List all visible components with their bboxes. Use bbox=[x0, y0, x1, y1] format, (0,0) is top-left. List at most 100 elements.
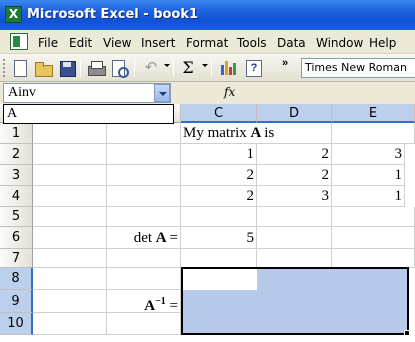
print-icon[interactable] bbox=[86, 58, 106, 78]
cell-a9[interactable] bbox=[33, 290, 107, 313]
autosum-dropdown-icon[interactable] bbox=[202, 64, 208, 67]
menu-data[interactable]: Data bbox=[277, 36, 306, 50]
menu-file[interactable]: File bbox=[38, 36, 58, 50]
name-box-list-item[interactable]: A bbox=[3, 104, 174, 124]
cell-a6[interactable] bbox=[33, 227, 107, 249]
cell-b5[interactable] bbox=[107, 207, 181, 227]
cell-a2[interactable] bbox=[33, 144, 107, 165]
cell-e4[interactable]: 1 bbox=[332, 186, 405, 207]
workbook-icon[interactable] bbox=[10, 33, 28, 50]
menu-help[interactable]: Help bbox=[369, 36, 396, 50]
cell-e5[interactable] bbox=[332, 207, 415, 227]
toolbar-options-icon[interactable]: » bbox=[282, 58, 288, 69]
toolbar-grip[interactable] bbox=[3, 59, 6, 77]
help-icon[interactable] bbox=[243, 58, 263, 78]
chart-wizard-icon[interactable] bbox=[218, 58, 238, 78]
column-header-d[interactable]: D bbox=[257, 104, 332, 123]
cell-d10[interactable] bbox=[257, 313, 332, 335]
cell-c5[interactable] bbox=[181, 207, 257, 227]
row-header-7[interactable]: 7 bbox=[0, 249, 33, 268]
cell-a1[interactable] bbox=[33, 123, 107, 144]
cell-d4[interactable]: 3 bbox=[257, 186, 332, 207]
cell-b7[interactable] bbox=[107, 249, 181, 268]
cell-a10[interactable] bbox=[33, 313, 107, 335]
cell-d9[interactable] bbox=[257, 290, 332, 313]
undo-dropdown-icon[interactable] bbox=[164, 64, 170, 67]
cell-b1[interactable] bbox=[107, 123, 181, 144]
menu-window[interactable]: Window bbox=[316, 36, 363, 50]
row-header-8[interactable]: 8 bbox=[0, 268, 33, 290]
row-header-5[interactable]: 5 bbox=[0, 207, 33, 227]
cell-e10[interactable] bbox=[332, 313, 409, 335]
excel-app-icon[interactable]: X bbox=[5, 6, 22, 23]
save-icon[interactable] bbox=[57, 58, 77, 78]
fill-handle[interactable] bbox=[404, 330, 410, 336]
row-header-2[interactable]: 2 bbox=[0, 144, 33, 165]
cell-b3[interactable] bbox=[107, 165, 181, 186]
worksheet-grid[interactable]: C D E 1 2 3 4 5 6 7 8 9 10 My matrix A i… bbox=[0, 104, 415, 342]
cell-b6[interactable]: det A = bbox=[107, 227, 181, 249]
name-box-dropdown-icon[interactable] bbox=[154, 84, 170, 102]
column-header-c[interactable]: C bbox=[181, 104, 257, 123]
matrix-a-label: A bbox=[155, 230, 170, 246]
cell-e9[interactable] bbox=[332, 290, 409, 313]
formula-bar: Ainv fx bbox=[0, 82, 415, 104]
equals-sign: = bbox=[165, 298, 178, 314]
cell-c2[interactable]: 1 bbox=[181, 144, 257, 165]
cell-d3[interactable]: 2 bbox=[257, 165, 332, 186]
cell-c1[interactable]: My matrix A is bbox=[181, 123, 274, 144]
cell-d2[interactable]: 2 bbox=[257, 144, 332, 165]
cell-a8[interactable] bbox=[33, 268, 107, 290]
cell-a5[interactable] bbox=[33, 207, 107, 227]
cell-c7[interactable] bbox=[181, 249, 257, 268]
row-header-10[interactable]: 10 bbox=[0, 313, 33, 335]
row-header-1[interactable]: 1 bbox=[0, 123, 33, 144]
cell-b4[interactable] bbox=[107, 186, 181, 207]
cell-d5[interactable] bbox=[257, 207, 332, 227]
cell-b2[interactable] bbox=[107, 144, 181, 165]
cell-c9[interactable] bbox=[181, 290, 257, 313]
cell-b8[interactable] bbox=[107, 268, 181, 290]
column-header-e[interactable]: E bbox=[332, 104, 415, 123]
cell-e3[interactable]: 1 bbox=[332, 165, 405, 186]
cell-c10[interactable] bbox=[181, 313, 257, 335]
menu-insert[interactable]: Insert bbox=[141, 36, 175, 50]
cell-d7[interactable] bbox=[257, 249, 332, 268]
cell-e8[interactable] bbox=[332, 268, 409, 290]
font-name-box[interactable]: Times New Roman bbox=[301, 58, 415, 78]
open-icon[interactable] bbox=[33, 58, 53, 78]
menu-format[interactable]: Format bbox=[186, 36, 228, 50]
cell-b9[interactable]: A−1 = bbox=[107, 290, 181, 314]
menu-view[interactable]: View bbox=[103, 36, 131, 50]
insert-function-icon[interactable]: fx bbox=[224, 85, 235, 99]
cell-e7[interactable] bbox=[332, 249, 415, 268]
undo-icon[interactable]: ↶ bbox=[141, 58, 161, 78]
cell-c8-active[interactable] bbox=[181, 268, 257, 290]
cell-a3[interactable] bbox=[33, 165, 107, 186]
cell-c3[interactable]: 2 bbox=[181, 165, 257, 186]
row-header-6[interactable]: 6 bbox=[0, 227, 33, 249]
toolbar-separator bbox=[211, 59, 212, 77]
matrix-a-label: A bbox=[144, 298, 156, 314]
cell-d8[interactable] bbox=[257, 268, 332, 290]
row-header-4[interactable]: 4 bbox=[0, 186, 33, 207]
new-icon[interactable] bbox=[10, 58, 30, 78]
row-header-9[interactable]: 9 bbox=[0, 290, 33, 313]
name-box[interactable]: Ainv bbox=[3, 83, 171, 103]
menu-tools[interactable]: Tools bbox=[237, 36, 267, 50]
menu-edit[interactable]: Edit bbox=[69, 36, 92, 50]
cell-e6[interactable] bbox=[332, 227, 415, 249]
cell-d1[interactable] bbox=[257, 123, 332, 144]
autosum-icon[interactable]: Σ bbox=[178, 58, 198, 78]
cell-b10[interactable] bbox=[107, 313, 181, 335]
cell-a4[interactable] bbox=[33, 186, 107, 207]
cell-a7[interactable] bbox=[33, 249, 107, 268]
row-header-3[interactable]: 3 bbox=[0, 165, 33, 186]
cell-e1[interactable] bbox=[332, 123, 415, 144]
cell-c4[interactable]: 2 bbox=[181, 186, 257, 207]
cell-d6[interactable] bbox=[257, 227, 332, 249]
text-word: = bbox=[169, 230, 178, 246]
cell-e2[interactable]: 3 bbox=[332, 144, 405, 165]
print-preview-icon[interactable] bbox=[109, 58, 129, 78]
cell-c6[interactable]: 5 bbox=[181, 227, 257, 249]
